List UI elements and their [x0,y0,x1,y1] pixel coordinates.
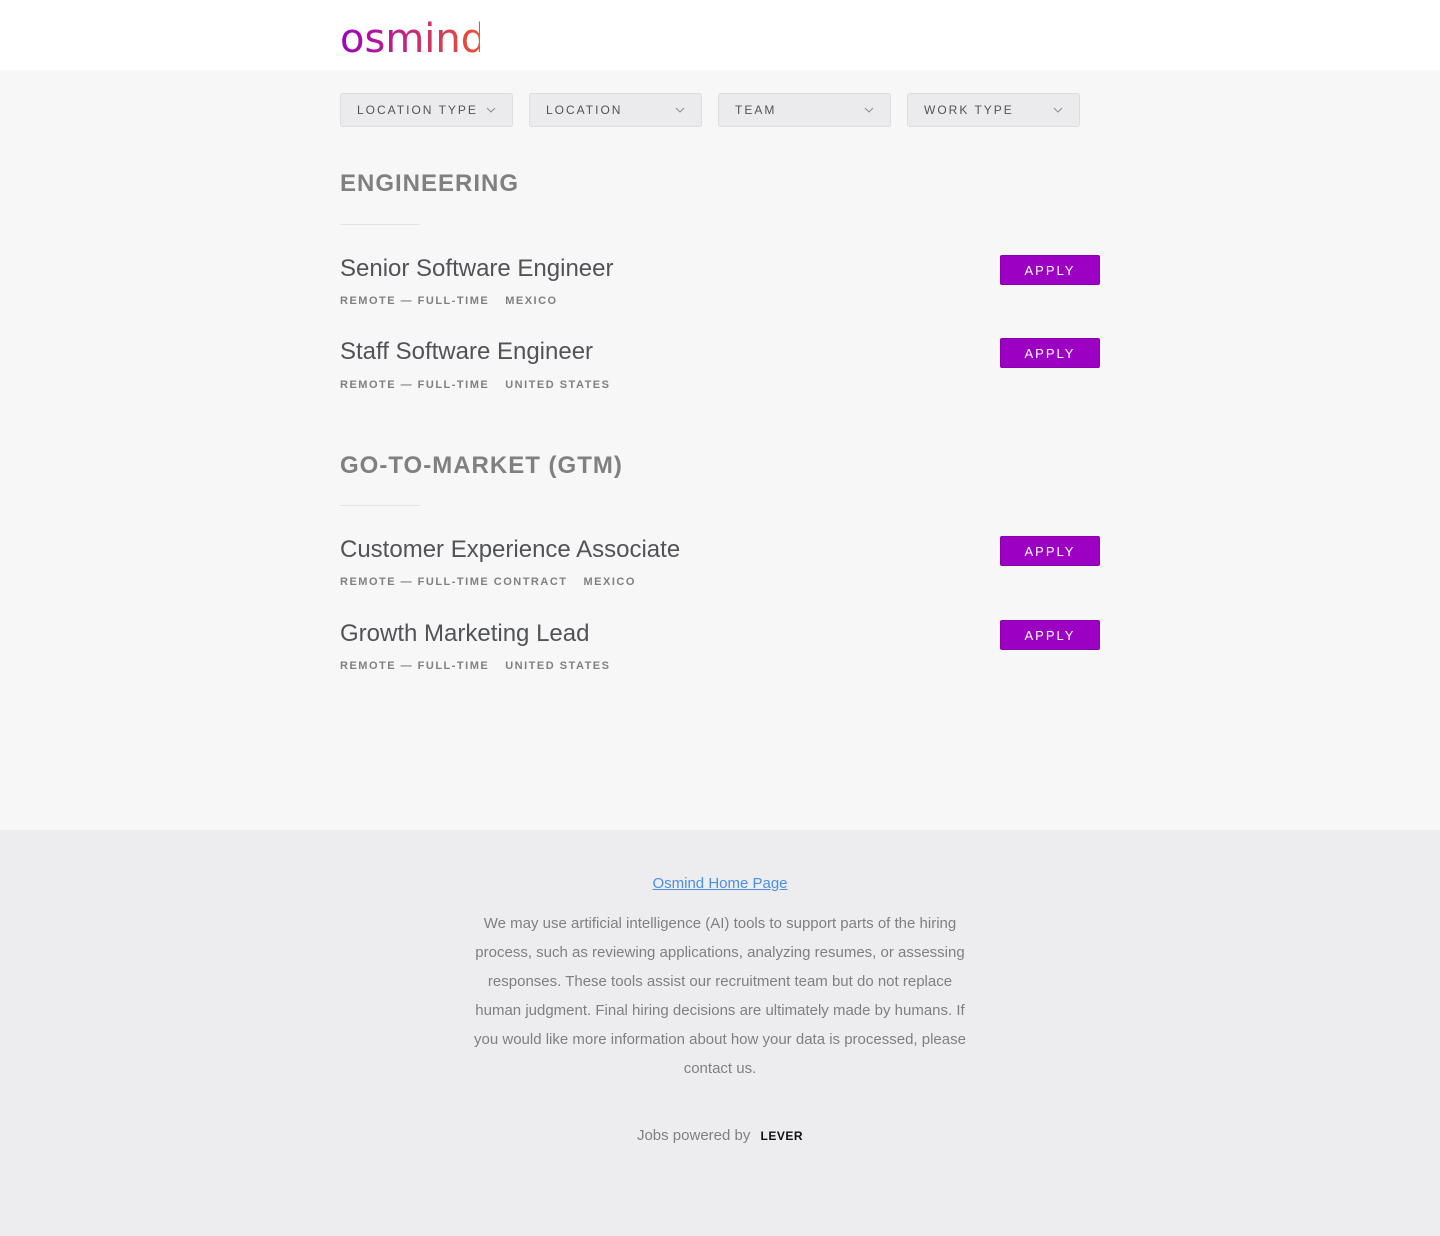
site-footer: Osmind Home Page We may use artificial i… [0,830,1440,1236]
filter-label: LOCATION [546,103,623,117]
posting-title[interactable]: Staff Software Engineer [340,338,593,366]
filter-work-type[interactable]: WORK TYPE [907,93,1080,127]
chevron-down-icon [864,107,874,113]
filter-label: LOCATION TYPE [357,103,478,117]
site-header: osmind [0,0,1440,70]
filter-team[interactable]: TEAM [718,93,891,127]
group-title-gtm: GO-TO-MARKET (GTM) [340,452,623,479]
posting-meta: REMOTE — FULL-TIME UNITED STATES [340,660,610,672]
home-page-link[interactable]: Osmind Home Page [652,875,787,892]
posting-location: MEXICO [583,576,636,588]
chevron-down-icon [1053,107,1063,113]
posting-location: UNITED STATES [505,379,611,391]
filter-label: TEAM [735,103,777,117]
posting-location: MEXICO [505,295,558,307]
filter-bar: LOCATION TYPE LOCATION TEAM WORK TYPE [340,93,1080,127]
powered-by: Jobs powered by LEVER [0,1127,1440,1144]
posting-commitment: REMOTE — FULL-TIME [340,660,490,672]
chevron-down-icon [486,107,496,113]
job-listings: LOCATION TYPE LOCATION TEAM WORK TYPE EN… [0,70,1440,830]
group-divider [340,224,420,225]
posting-title[interactable]: Senior Software Engineer [340,255,614,283]
posting-item[interactable]: Growth Marketing Lead REMOTE — FULL-TIME… [340,620,1100,690]
ai-disclaimer: We may use artificial intelligence (AI) … [474,915,966,1077]
apply-button[interactable]: APPLY [1000,536,1100,566]
posting-title[interactable]: Growth Marketing Lead [340,620,589,648]
posting-meta: REMOTE — FULL-TIME UNITED STATES [340,379,610,391]
filter-location[interactable]: LOCATION [529,93,702,127]
posting-meta: REMOTE — FULL-TIME CONTRACT MEXICO [340,576,636,588]
filter-location-type[interactable]: LOCATION TYPE [340,93,513,127]
posting-title[interactable]: Customer Experience Associate [340,536,680,564]
apply-button[interactable]: APPLY [1000,338,1100,368]
posting-commitment: REMOTE — FULL-TIME [340,295,490,307]
group-divider [340,505,420,506]
osmind-logo[interactable]: osmind [340,14,486,62]
apply-button[interactable]: APPLY [1000,620,1100,650]
posting-item[interactable]: Staff Software Engineer REMOTE — FULL-TI… [340,338,1100,408]
posting-meta: REMOTE — FULL-TIME MEXICO [340,295,558,307]
powered-by-text: Jobs powered by [636,1127,751,1144]
filter-label: WORK TYPE [924,103,1014,117]
apply-button[interactable]: APPLY [1000,255,1100,285]
posting-item[interactable]: Senior Software Engineer REMOTE — FULL-T… [340,255,1100,325]
posting-commitment: REMOTE — FULL-TIME [340,379,490,391]
posting-location: UNITED STATES [505,660,611,672]
posting-item[interactable]: Customer Experience Associate REMOTE — F… [340,536,1100,606]
home-link-wrapper: Osmind Home Page [0,875,1440,893]
posting-commitment: REMOTE — FULL-TIME CONTRACT [340,576,568,588]
lever-logo[interactable]: LEVER [761,1129,804,1143]
chevron-down-icon [675,107,685,113]
group-title-engineering: ENGINEERING [340,170,520,197]
logo-text: osmind [340,16,480,58]
